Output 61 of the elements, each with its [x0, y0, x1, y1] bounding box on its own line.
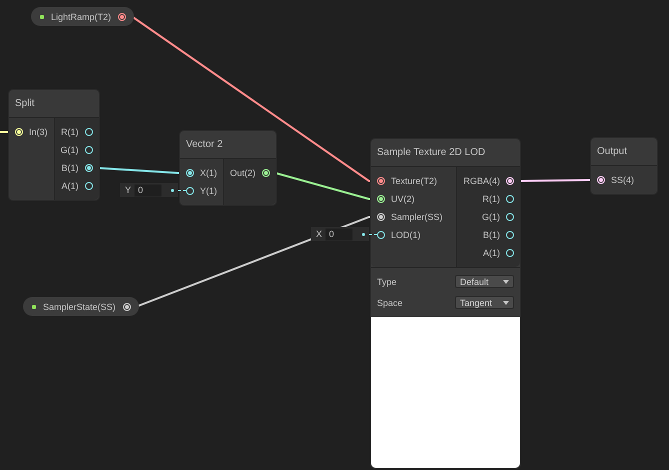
- dropdown[interactable]: Default: [455, 275, 514, 288]
- port-handle[interactable]: [377, 177, 385, 185]
- port-label: LOD(1): [391, 230, 421, 240]
- setting-label: Type: [377, 276, 397, 286]
- port-handle[interactable]: [84, 128, 93, 136]
- port-label: A(1): [62, 181, 79, 191]
- property-name: SamplerState(SS): [43, 302, 116, 312]
- property-node[interactable]: LightRamp(T2): [31, 7, 134, 26]
- port-handle[interactable]: [84, 182, 93, 190]
- node-card[interactable]: Output SS(4): [590, 137, 658, 195]
- value-field[interactable]: 0: [134, 184, 162, 196]
- port-label: Sampler(SS): [391, 212, 443, 222]
- port-label: R(1): [482, 194, 500, 204]
- node-card[interactable]: Vector 2 X(1) Y(1) Out(2): [179, 130, 277, 206]
- port-label: X(1): [200, 168, 218, 178]
- port-label: In(3): [29, 127, 48, 137]
- node-title: Output: [597, 146, 628, 157]
- port-handle[interactable]: [506, 177, 514, 185]
- port-handle[interactable]: [262, 169, 270, 177]
- port-handle[interactable]: [186, 187, 194, 195]
- property-name: LightRamp(T2): [51, 12, 112, 22]
- dropdown[interactable]: Tangent: [455, 296, 514, 309]
- port-label: RGBA(4): [463, 176, 500, 186]
- port-label: G(1): [482, 212, 500, 222]
- value-field[interactable]: 0: [325, 228, 354, 240]
- port-handle[interactable]: [122, 302, 131, 310]
- axis-label: Y: [125, 185, 132, 195]
- dot-icon: [362, 232, 365, 236]
- port-label: G(1): [60, 145, 79, 155]
- node-card[interactable]: Sample Texture 2D LOD Texture(T2) UV(2) Sampler(SS) LOD(1) RGBA(4) R(1) G(1) B(1) A(1) Type Default Space Tangent: [370, 138, 521, 469]
- port-handle[interactable]: [597, 176, 605, 184]
- inline-input[interactable]: Y 0: [120, 183, 178, 197]
- port-label: R(1): [61, 127, 79, 137]
- port-label: UV(2): [391, 194, 415, 204]
- port-handle[interactable]: [506, 195, 514, 203]
- port-handle[interactable]: [84, 146, 93, 154]
- port-label: Y(1): [200, 186, 218, 196]
- port-label: Out(2): [230, 168, 256, 178]
- setting-label: Space: [377, 298, 403, 308]
- port-label: B(1): [62, 163, 79, 173]
- node-title: Vector 2: [186, 139, 223, 150]
- property-node[interactable]: SamplerState(SS): [23, 297, 139, 316]
- port-handle[interactable]: [506, 213, 514, 221]
- port-label: B(1): [482, 230, 500, 240]
- port-label: SS(4): [611, 175, 634, 185]
- port-handle[interactable]: [377, 195, 385, 203]
- port-handle[interactable]: [377, 231, 385, 239]
- port-handle[interactable]: [84, 164, 93, 172]
- dot-icon: [171, 188, 174, 192]
- inline-input[interactable]: X 0: [311, 227, 369, 241]
- node-title: Split: [15, 98, 34, 109]
- port-handle[interactable]: [118, 12, 126, 20]
- port-handle[interactable]: [506, 249, 514, 257]
- port-handle[interactable]: [377, 213, 385, 221]
- node-title: Sample Texture 2D LOD: [377, 147, 486, 158]
- node-card[interactable]: Split In(3) R(1) G(1) B(1) A(1): [8, 89, 100, 201]
- port-label: Texture(T2): [391, 176, 438, 186]
- port-handle[interactable]: [506, 231, 514, 239]
- port-label: A(1): [482, 248, 500, 258]
- axis-label: X: [316, 229, 322, 239]
- port-handle[interactable]: [186, 169, 194, 177]
